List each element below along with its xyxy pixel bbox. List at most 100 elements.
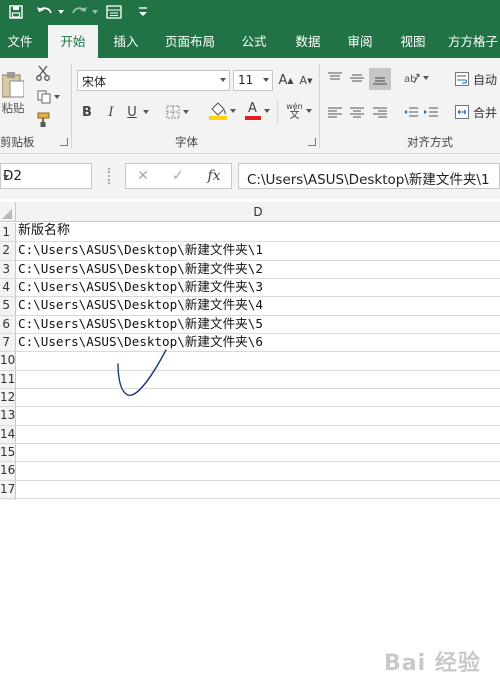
row-header-bar: 1 2 3 4 5 6 7 10 11 12 13 14 15 16 17 xyxy=(0,223,16,500)
formula-bar-grip[interactable] xyxy=(108,168,112,184)
divider xyxy=(277,100,278,124)
worksheet-grid[interactable]: D 1 2 3 4 5 6 7 10 11 12 13 14 15 16 17 … xyxy=(0,199,500,676)
row-header[interactable]: 16 xyxy=(0,461,16,479)
copy-icon[interactable] xyxy=(34,88,62,106)
borders-icon[interactable] xyxy=(162,102,192,122)
align-middle-icon[interactable] xyxy=(348,69,366,87)
tab-file[interactable]: 文件 xyxy=(0,25,40,58)
underline-dropdown[interactable] xyxy=(141,102,151,122)
font-name-value: 宋体 xyxy=(82,75,107,89)
customize-icon[interactable] xyxy=(104,3,124,21)
ribbon: 粘贴 剪贴板 宋体 11 A ▲ A ▼ B I U A wén 文 字体 ab… xyxy=(0,58,500,154)
cell-d4[interactable]: C:\Users\ASUS\Desktop\新建文件夹\3 xyxy=(18,278,263,296)
row-header[interactable]: 6 xyxy=(0,315,16,333)
redo-icon[interactable] xyxy=(70,3,90,21)
align-right-icon[interactable] xyxy=(371,103,389,121)
font-color-icon[interactable]: A xyxy=(242,100,272,122)
font-size-select[interactable]: 11 xyxy=(233,70,273,91)
row-header[interactable]: 14 xyxy=(0,425,16,443)
undo-icon[interactable] xyxy=(34,3,56,21)
merge-button[interactable]: 合并 xyxy=(455,102,500,122)
select-all-corner[interactable] xyxy=(0,202,16,222)
save-icon[interactable] xyxy=(7,3,25,21)
row-header[interactable]: 4 xyxy=(0,278,16,296)
fx-icon[interactable]: fx xyxy=(204,166,224,186)
cell-d5[interactable]: C:\Users\ASUS\Desktop\新建文件夹\4 xyxy=(18,296,263,314)
align-left-icon[interactable] xyxy=(326,103,344,121)
chevron-down-icon xyxy=(220,78,226,82)
underline-button[interactable]: U xyxy=(124,102,140,122)
gridline xyxy=(0,480,500,481)
cut-icon[interactable] xyxy=(34,64,52,82)
tab-view[interactable]: 视图 xyxy=(391,25,435,58)
font-name-select[interactable]: 宋体 xyxy=(77,70,230,91)
gridline xyxy=(0,498,500,499)
align-center-icon[interactable] xyxy=(348,103,366,121)
wrap-text-button[interactable]: 自动 xyxy=(455,69,500,89)
tab-review[interactable]: 审阅 xyxy=(338,25,382,58)
increase-indent-icon[interactable] xyxy=(422,103,440,121)
tab-home[interactable]: 开始 xyxy=(48,25,98,58)
gridline xyxy=(0,443,500,444)
clipboard-dialog-launcher[interactable] xyxy=(60,138,68,146)
gridline xyxy=(0,388,500,389)
column-header-d[interactable]: D xyxy=(16,202,500,222)
clipboard-group-label: 剪贴板 xyxy=(0,135,35,149)
align-bottom-icon[interactable] xyxy=(369,68,391,90)
font-color-glyph: A xyxy=(248,101,257,116)
cancel-icon[interactable]: ✕ xyxy=(134,167,152,185)
align-top-icon[interactable] xyxy=(326,69,344,87)
alignment-group-label: 对齐方式 xyxy=(407,135,453,149)
qat-more-dropdown[interactable] xyxy=(137,3,149,21)
italic-button[interactable]: I xyxy=(103,102,119,122)
redo-dropdown[interactable] xyxy=(91,3,99,21)
cell-d3[interactable]: C:\Users\ASUS\Desktop\新建文件夹\2 xyxy=(18,260,263,278)
gridline xyxy=(0,461,500,462)
name-box[interactable]: D2 xyxy=(0,163,92,189)
row-header[interactable]: 2 xyxy=(0,241,16,259)
paste-button[interactable]: 粘贴 xyxy=(0,64,26,124)
decrease-indent-icon[interactable] xyxy=(402,103,420,121)
fill-color-icon[interactable] xyxy=(206,100,238,122)
tab-fangfang[interactable]: 方方格子 xyxy=(448,25,500,58)
tab-page-layout[interactable]: 页面布局 xyxy=(158,25,222,58)
quick-access-toolbar xyxy=(0,0,500,25)
cell-d2[interactable]: C:\Users\ASUS\Desktop\新建文件夹\1 xyxy=(18,241,263,259)
svg-text:ab: ab xyxy=(404,74,416,85)
font-dialog-launcher[interactable] xyxy=(308,138,316,146)
row-header[interactable]: 15 xyxy=(0,443,16,461)
tab-data[interactable]: 数据 xyxy=(286,25,330,58)
orientation-icon[interactable]: ab xyxy=(402,69,430,87)
ribbon-tabs: 文件 开始 插入 页面布局 公式 数据 审阅 视图 方方格子 xyxy=(0,25,500,58)
cell-d1[interactable]: 新版名称 xyxy=(18,222,70,240)
divider xyxy=(71,64,72,148)
row-header[interactable]: 13 xyxy=(0,406,16,424)
row-header[interactable]: 10 xyxy=(0,351,16,369)
undo-dropdown[interactable] xyxy=(56,3,66,21)
row-header[interactable]: 7 xyxy=(0,333,16,351)
row-header[interactable]: 5 xyxy=(0,296,16,314)
divider xyxy=(319,64,320,148)
checkmark-annotation xyxy=(117,349,167,396)
gridline xyxy=(0,425,500,426)
decrease-font-size-button[interactable]: A ▼ xyxy=(297,70,315,91)
increase-font-size-button[interactable]: A ▲ xyxy=(277,70,295,91)
format-painter-icon[interactable] xyxy=(34,111,52,129)
cell-d6[interactable]: C:\Users\ASUS\Desktop\新建文件夹\5 xyxy=(18,315,263,333)
row-header[interactable]: 12 xyxy=(0,388,16,406)
wrap-text-label: 自动 xyxy=(473,72,498,87)
row-header[interactable]: 17 xyxy=(0,480,16,498)
tab-insert[interactable]: 插入 xyxy=(104,25,148,58)
enter-icon[interactable]: ✓ xyxy=(169,167,187,185)
formula-value: C:\Users\ASUS\Desktop\新建文件夹\1 xyxy=(247,172,490,188)
formula-buttons: ✕ ✓ fx xyxy=(125,163,232,189)
row-header[interactable]: 1 xyxy=(0,223,16,241)
phonetic-icon[interactable]: wén 文 xyxy=(284,100,314,122)
formula-input[interactable]: C:\Users\ASUS\Desktop\新建文件夹\1 xyxy=(238,163,500,189)
paste-label: 粘贴 xyxy=(1,101,25,115)
row-header[interactable]: 11 xyxy=(0,370,16,388)
row-header[interactable]: 3 xyxy=(0,260,16,278)
gridline xyxy=(0,406,500,407)
tab-formulas[interactable]: 公式 xyxy=(232,25,276,58)
bold-button[interactable]: B xyxy=(79,102,95,122)
